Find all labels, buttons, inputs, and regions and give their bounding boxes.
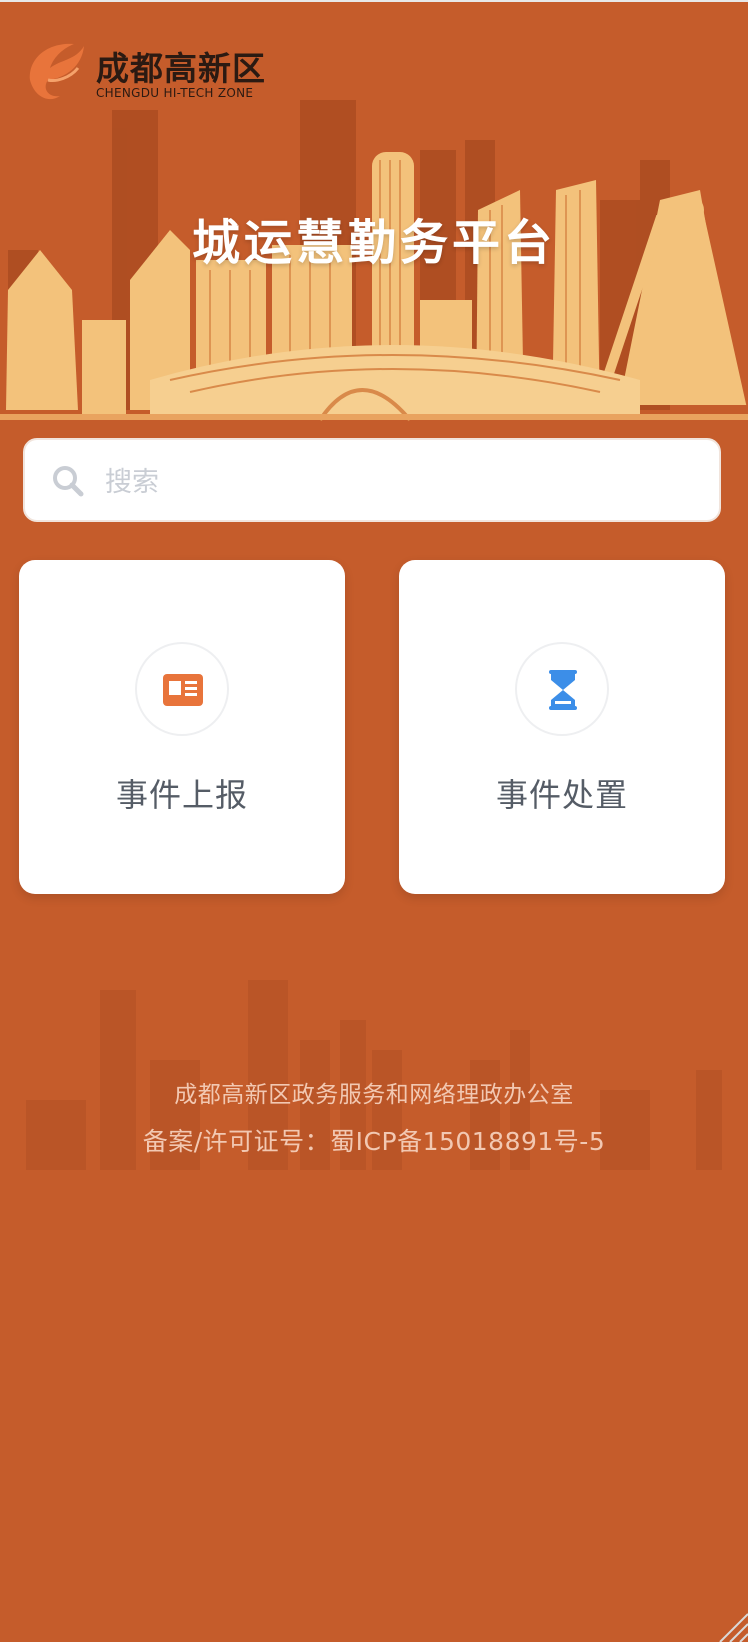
event-report-card[interactable]: 事件上报 (19, 560, 345, 894)
report-icon-circle (135, 642, 229, 736)
resize-handle-icon (719, 1613, 748, 1642)
search-placeholder: 搜索 (105, 467, 159, 498)
top-border (0, 0, 748, 2)
hourglass-icon (549, 670, 577, 710)
search-input[interactable]: 搜索 (23, 438, 721, 522)
report-card-icon (163, 674, 203, 706)
page-title: 城运慧勤务平台 (191, 215, 556, 271)
event-handling-label: 事件处置 (495, 776, 628, 814)
handling-icon-circle (515, 642, 609, 736)
search-icon (53, 466, 84, 497)
footer-license: 备案/许可证号：蜀ICP备15018891号-5 (142, 1127, 606, 1156)
footer-organization: 成都高新区政务服务和网络理政办公室 (174, 1082, 574, 1108)
event-report-label: 事件上报 (115, 776, 248, 814)
event-handling-card[interactable]: 事件处置 (399, 560, 725, 894)
